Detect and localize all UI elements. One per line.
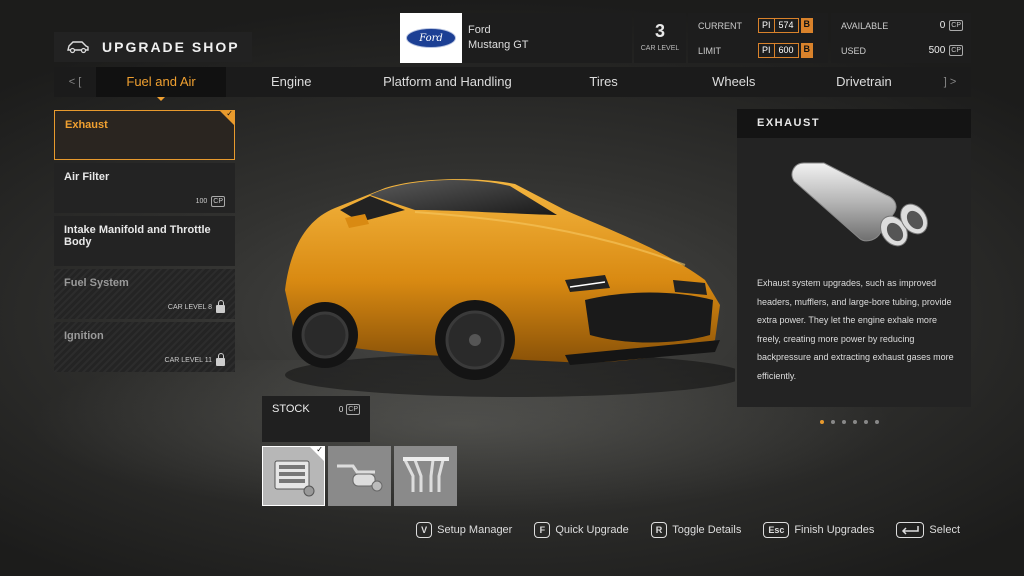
part-lock-level: CAR LEVEL 11 bbox=[164, 357, 212, 364]
info-title: EXHAUST bbox=[737, 109, 971, 138]
hint-quick-upgrade[interactable]: F Quick Upgrade bbox=[534, 522, 629, 538]
key-v: V bbox=[416, 522, 433, 538]
hint-label: Select bbox=[929, 524, 960, 536]
headers-icon bbox=[402, 457, 449, 492]
hint-setup-manager[interactable]: V Setup Manager bbox=[416, 522, 512, 538]
page-title: UPGRADE SHOP bbox=[102, 39, 240, 55]
cp-used-value: 500 bbox=[928, 45, 946, 56]
tab-next-button[interactable]: ] > bbox=[929, 76, 971, 88]
hint-label: Finish Upgrades bbox=[794, 524, 875, 536]
pi-current-class: B bbox=[800, 18, 814, 33]
cp-icon: CP bbox=[211, 196, 225, 207]
info-description: Exhaust system upgrades, such as improve… bbox=[757, 278, 954, 381]
ford-logo: Ford bbox=[400, 13, 462, 63]
page-dot[interactable] bbox=[831, 420, 835, 424]
car-render bbox=[265, 140, 745, 400]
info-page-dots[interactable] bbox=[820, 420, 879, 424]
selected-upgrade-cost: 0 bbox=[338, 405, 344, 414]
muffler-icon bbox=[336, 464, 382, 492]
tab-drivetrain[interactable]: Drivetrain bbox=[799, 67, 929, 97]
cp-available-label: AVAILABLE bbox=[841, 20, 889, 31]
hint-toggle-details[interactable]: R Toggle Details bbox=[650, 522, 742, 538]
cp-icon: CP bbox=[949, 20, 963, 31]
key-esc: Esc bbox=[763, 522, 790, 538]
lock-icon bbox=[216, 300, 225, 313]
hint-label: Quick Upgrade bbox=[555, 524, 629, 536]
cp-used-label: USED bbox=[841, 45, 867, 56]
pi-current-badge: PI 574 bbox=[758, 18, 799, 33]
enter-key-icon bbox=[896, 522, 925, 538]
cp-icon: CP bbox=[346, 404, 360, 415]
hint-label: Setup Manager bbox=[437, 524, 513, 536]
hint-select[interactable]: Select bbox=[896, 522, 960, 538]
part-air-filter[interactable]: Air Filter 100 CP bbox=[54, 163, 235, 213]
car-make: Ford bbox=[468, 24, 491, 36]
page-dot[interactable] bbox=[875, 420, 879, 424]
part-lock-level: CAR LEVEL 8 bbox=[167, 304, 212, 311]
control-hints: V Setup Manager F Quick Upgrade R Toggle De… bbox=[416, 522, 960, 538]
part-name: Fuel System bbox=[64, 277, 129, 289]
selected-upgrade-card: STOCK 0 CP bbox=[262, 396, 370, 442]
lock-icon bbox=[216, 353, 225, 366]
tab-prev-button[interactable]: < [ bbox=[54, 76, 96, 88]
upgrade-options: ✓ bbox=[262, 445, 457, 506]
upgrade-option-muffler[interactable] bbox=[328, 446, 391, 506]
parts-list: Exhaust ✓ Air Filter 100 CP Intake Manifo… bbox=[54, 109, 235, 375]
cp-panel: AVAILABLE 0 CP USED 500 CP bbox=[831, 13, 971, 63]
upgrade-option-headers[interactable] bbox=[394, 446, 457, 506]
pi-limit-class: B bbox=[800, 43, 814, 58]
pi-current-label: CURRENT bbox=[698, 20, 742, 31]
car-level-value: 3 bbox=[654, 21, 665, 41]
pi-limit-label: LIMIT bbox=[698, 45, 722, 56]
tab-tires[interactable]: Tires bbox=[539, 67, 669, 97]
page-dot[interactable] bbox=[820, 420, 824, 424]
part-name: Ignition bbox=[64, 330, 104, 342]
exhaust-icon bbox=[737, 138, 971, 268]
part-cost: 100 bbox=[195, 198, 208, 205]
pi-panel: CURRENT PI 574 B LIMIT PI 600 B bbox=[688, 13, 828, 63]
part-exhaust[interactable]: Exhaust ✓ bbox=[54, 109, 235, 160]
page-dot[interactable] bbox=[853, 420, 857, 424]
cp-available-value: 0 bbox=[939, 20, 946, 31]
car-model: Mustang GT bbox=[468, 39, 529, 51]
part-name: Exhaust bbox=[65, 119, 108, 131]
tab-wheels[interactable]: Wheels bbox=[669, 67, 799, 97]
part-ignition[interactable]: Ignition CAR LEVEL 11 bbox=[54, 322, 235, 372]
part-intake-manifold[interactable]: Intake Manifold and Throttle Body bbox=[54, 216, 235, 266]
upgrade-shop-title: UPGRADE SHOP bbox=[54, 32, 252, 62]
car-icon bbox=[67, 41, 89, 54]
upgrade-option-stock[interactable]: ✓ bbox=[262, 445, 325, 506]
key-r: R bbox=[650, 522, 668, 538]
part-name: Intake Manifold and Throttle Body bbox=[64, 224, 211, 248]
page-dot[interactable] bbox=[842, 420, 846, 424]
tab-platform-and-handling[interactable]: Platform and Handling bbox=[356, 67, 538, 97]
key-f: F bbox=[534, 522, 551, 538]
car-card: Ford Ford Mustang GT bbox=[400, 13, 632, 63]
part-info-panel: EXHAUST Exhaust system upgrades, such as… bbox=[737, 109, 971, 407]
part-fuel-system[interactable]: Fuel System CAR LEVEL 8 bbox=[54, 269, 235, 319]
car-level: 3 CAR LEVEL bbox=[634, 13, 686, 63]
category-tabs: < [ Fuel and Air Engine Platform and Han… bbox=[54, 67, 971, 101]
tab-engine[interactable]: Engine bbox=[226, 67, 356, 97]
car-level-label: CAR LEVEL bbox=[640, 45, 680, 52]
part-name: Air Filter bbox=[64, 171, 110, 183]
hint-label: Toggle Details bbox=[672, 524, 742, 536]
page-dot[interactable] bbox=[864, 420, 868, 424]
hint-finish-upgrades[interactable]: Esc Finish Upgrades bbox=[763, 522, 874, 538]
pi-limit-badge: PI 600 bbox=[758, 43, 799, 58]
tab-fuel-and-air[interactable]: Fuel and Air bbox=[96, 67, 227, 101]
cp-icon: CP bbox=[949, 45, 963, 56]
